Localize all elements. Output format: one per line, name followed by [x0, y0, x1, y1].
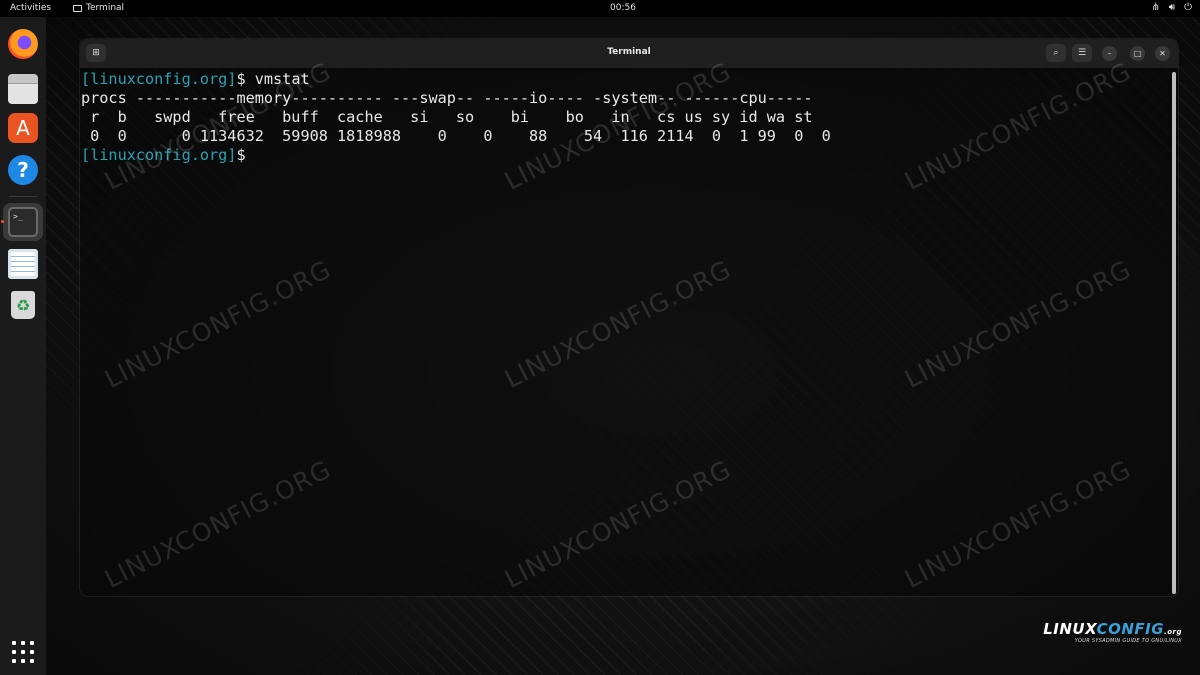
- firefox-icon[interactable]: [8, 29, 38, 59]
- terminal-icon[interactable]: >_: [8, 207, 38, 237]
- help-icon[interactable]: ?: [8, 155, 38, 185]
- files-icon[interactable]: [8, 74, 38, 104]
- clock[interactable]: 00:56: [600, 3, 646, 13]
- logo-tagline: YOUR SYSADMIN GUIDE TO GNU/LINUX: [1074, 638, 1182, 644]
- scrollbar[interactable]: [1172, 72, 1176, 594]
- terminal-window[interactable]: ⊞ Terminal ⌕ ☰ – □ ✕ [linuxconfig.org]$ …: [80, 39, 1178, 596]
- system-tray[interactable]: ⋔ 🔊︎ ⏻: [1151, 2, 1192, 13]
- terminal-small-icon: [73, 4, 82, 12]
- title-bar[interactable]: ⊞ Terminal ⌕ ☰ – □ ✕: [80, 39, 1178, 68]
- shell-prompt: [linuxconfig.org]: [81, 70, 237, 88]
- network-icon[interactable]: ⋔: [1151, 2, 1159, 13]
- trash-icon[interactable]: ♻: [11, 291, 35, 319]
- desktop: Activities Terminal 00:56 ⋔ 🔊︎ ⏻ A ? >_ …: [0, 0, 1200, 675]
- maximize-icon[interactable]: □: [1130, 46, 1145, 61]
- app-center-icon[interactable]: A: [8, 113, 38, 143]
- menu-icon[interactable]: ☰: [1072, 44, 1092, 62]
- command-input[interactable]: $: [236, 146, 254, 164]
- command-text: $ vmstat: [236, 70, 310, 88]
- show-applications-icon[interactable]: [12, 641, 34, 663]
- power-icon[interactable]: ⏻: [1184, 2, 1192, 13]
- dock: A ? >_ ♻: [0, 17, 46, 675]
- dock-separator: [9, 196, 37, 197]
- terminal-output[interactable]: [linuxconfig.org]$ vmstat procs ---------…: [80, 68, 1178, 596]
- linuxconfig-logo: LINUXCONFIG.org YOUR SYSADMIN GUIDE TO G…: [1043, 620, 1182, 644]
- vmstat-values-row: 0 0 0 1134632 59908 1818988 0 0 88 54 11…: [81, 127, 831, 145]
- terminal-line: [linuxconfig.org]$ vmstat: [81, 70, 1178, 89]
- focused-app-menu[interactable]: Terminal: [73, 3, 124, 13]
- text-editor-icon[interactable]: [8, 249, 38, 279]
- vmstat-column-header: r b swpd free buff cache si so bi bo in …: [81, 108, 813, 126]
- logo-brand: LINUXCONFIG.org: [1043, 620, 1182, 638]
- running-indicator: [1, 220, 4, 223]
- terminal-line: [linuxconfig.org]$: [81, 146, 1178, 165]
- focused-app-label: Terminal: [86, 3, 125, 13]
- window-title: Terminal: [607, 47, 651, 57]
- vmstat-group-header: procs -----------memory---------- ---swa…: [81, 89, 813, 107]
- activities-button[interactable]: Activities: [10, 3, 51, 13]
- minimize-icon[interactable]: –: [1102, 46, 1117, 61]
- close-icon[interactable]: ✕: [1155, 46, 1170, 61]
- volume-icon[interactable]: 🔊︎: [1169, 2, 1175, 13]
- shell-prompt: [linuxconfig.org]: [81, 146, 237, 164]
- search-icon[interactable]: ⌕: [1046, 44, 1066, 62]
- top-bar: Activities Terminal 00:56 ⋔ 🔊︎ ⏻: [0, 0, 1200, 17]
